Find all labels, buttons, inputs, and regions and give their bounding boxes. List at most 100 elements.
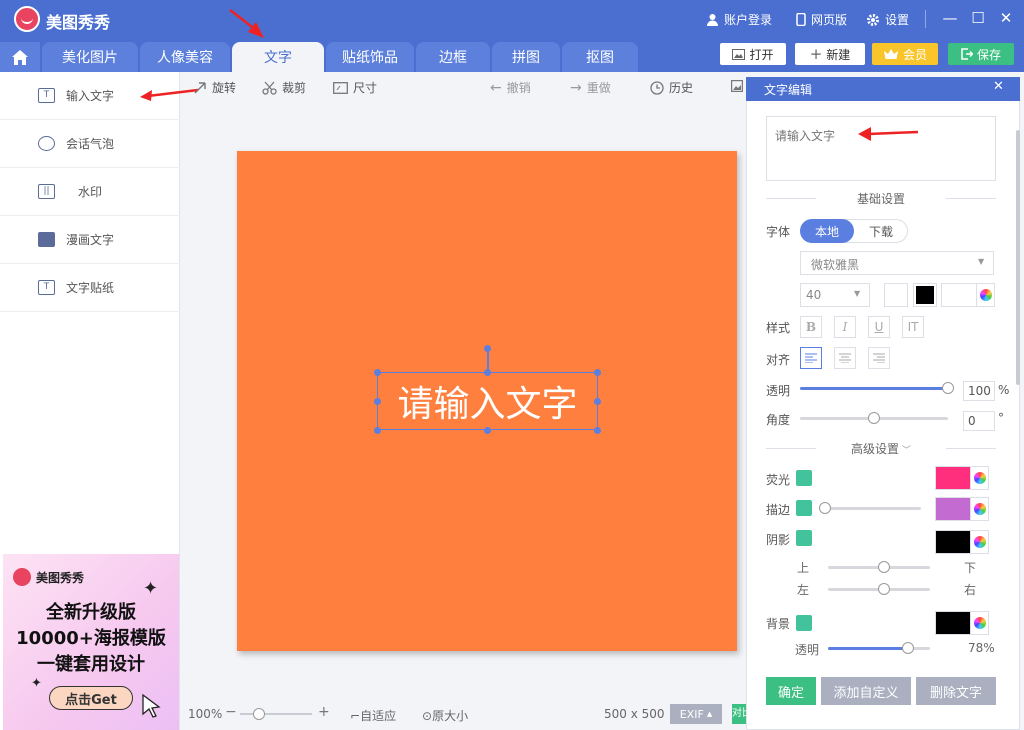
resize-handle-r[interactable] <box>594 398 601 405</box>
promo-banner[interactable]: 美图秀秀 ✦ ✦ 全新升级版 10000+海报模版 一键套用设计 点击Get <box>3 554 179 730</box>
compare-button[interactable]: 对比 <box>732 704 746 724</box>
opacity-slider-knob[interactable] <box>942 382 954 394</box>
history-label: 历史 <box>669 81 694 95</box>
color-wheel-icon[interactable] <box>977 283 995 307</box>
panel-close-icon[interactable]: ✕ <box>993 79 1004 94</box>
resize-handle-l[interactable] <box>374 398 381 405</box>
shadow-color-wheel-icon[interactable] <box>971 530 989 554</box>
fit-button[interactable]: ⌐自适应 <box>350 707 396 724</box>
add-custom-button[interactable]: 添加自定义 <box>821 677 911 705</box>
settings-button[interactable]: 设置 <box>866 11 909 28</box>
exif-button[interactable]: EXIF ▲ <box>670 704 722 724</box>
align-center-button[interactable] <box>834 347 856 369</box>
angle-slider-knob[interactable] <box>868 412 880 424</box>
menu-speech-bubble[interactable]: 会话气泡 <box>0 120 180 168</box>
underline-button[interactable]: U <box>868 316 890 338</box>
history-button[interactable]: 历史 <box>650 79 693 96</box>
background-color-swatch[interactable] <box>935 611 971 635</box>
shadow-vertical-slider[interactable] <box>828 561 930 573</box>
tab-cutout[interactable]: 抠图 <box>562 42 638 72</box>
background-checkbox[interactable] <box>796 615 812 631</box>
redo-button[interactable]: → 重做 <box>570 79 611 96</box>
angle-input[interactable]: 0 <box>963 411 995 431</box>
tab-beautify[interactable]: 美化图片 <box>42 42 138 72</box>
custom-color-swatch[interactable] <box>941 283 977 307</box>
resize-handle-br[interactable] <box>594 427 601 434</box>
font-tab-local[interactable]: 本地 <box>800 219 854 243</box>
bg-opacity-slider[interactable] <box>828 642 930 654</box>
font-family-select[interactable]: 微软雅黑 <box>800 251 994 275</box>
tab-portrait[interactable]: 人像美容 <box>140 42 230 72</box>
resize-handle-t[interactable] <box>484 369 491 376</box>
zoom-out-icon[interactable]: − <box>225 704 237 720</box>
text-selection-box[interactable] <box>377 372 598 430</box>
tab-text[interactable]: 文字 <box>232 42 324 72</box>
opacity-slider[interactable] <box>800 382 954 394</box>
bold-button[interactable]: B <box>800 316 822 338</box>
shadow-horizontal-knob[interactable] <box>878 583 891 595</box>
zoom-slider-knob[interactable] <box>253 708 265 720</box>
web-version-label: 网页版 <box>811 13 848 27</box>
resize-handle-b[interactable] <box>484 427 491 434</box>
shadow-horizontal-slider[interactable] <box>828 583 930 595</box>
account-login-button[interactable]: 账户登录 <box>706 11 772 28</box>
zoom-in-icon[interactable]: + <box>318 704 330 720</box>
shadow-vertical-knob[interactable] <box>878 561 891 573</box>
rotate-handle[interactable] <box>484 345 491 352</box>
align-left-button[interactable] <box>800 347 822 369</box>
shadow-down-label: 下 <box>964 561 977 575</box>
scissors-icon <box>262 81 277 95</box>
resize-handle-bl[interactable] <box>374 427 381 434</box>
text-color-white-swatch[interactable] <box>884 283 908 307</box>
align-right-button[interactable] <box>868 347 890 369</box>
resize-handle-tl[interactable] <box>374 369 381 376</box>
stroke-color-swatch[interactable] <box>935 497 971 521</box>
glow-color-wheel-icon[interactable] <box>971 466 989 490</box>
delete-text-button[interactable]: 删除文字 <box>916 677 996 705</box>
open-button[interactable]: 打开 <box>720 43 786 65</box>
tab-collage[interactable]: 拼图 <box>492 42 560 72</box>
member-button[interactable]: 会员 <box>872 43 938 65</box>
panel-scrollbar[interactable] <box>1016 130 1020 385</box>
fit-icon: ⌐ <box>350 709 361 723</box>
picture-icon[interactable] <box>731 80 743 92</box>
glow-color-swatch[interactable] <box>935 466 971 490</box>
stroke-width-slider[interactable] <box>819 502 921 514</box>
menu-watermark[interactable]: || 水印 <box>0 168 180 216</box>
bg-opacity-knob[interactable] <box>901 642 914 654</box>
undo-button[interactable]: ← 撤销 <box>490 79 531 96</box>
crop-button[interactable]: 裁剪 <box>262 79 306 96</box>
italic-button[interactable]: I <box>834 316 856 338</box>
confirm-button[interactable]: 确定 <box>766 677 816 705</box>
stroke-color-wheel-icon[interactable] <box>971 497 989 521</box>
background-color-wheel-icon[interactable] <box>971 611 989 635</box>
font-tab-download[interactable]: 下载 <box>854 219 908 243</box>
stroke-checkbox[interactable] <box>796 500 812 516</box>
web-version-button[interactable]: 网页版 <box>796 11 847 28</box>
save-button[interactable]: 保存 <box>948 43 1014 65</box>
maximize-icon[interactable]: ☐ <box>968 9 988 27</box>
new-button[interactable]: + 新建 <box>795 43 865 65</box>
advanced-settings-heading[interactable]: 高级设置 ﹀ <box>766 440 996 456</box>
stroke-slider-knob[interactable] <box>819 502 832 514</box>
close-window-icon[interactable]: ✕ <box>996 9 1016 27</box>
angle-slider[interactable] <box>800 412 948 424</box>
menu-comic-text[interactable]: 漫画文字 <box>0 216 180 264</box>
glow-checkbox[interactable] <box>796 470 812 486</box>
home-button[interactable] <box>0 42 40 72</box>
text-color-swatch[interactable] <box>913 283 937 307</box>
shadow-checkbox[interactable] <box>796 530 812 546</box>
original-size-button[interactable]: ⊙原大小 <box>422 707 468 724</box>
rotate-button[interactable]: 旋转 <box>193 79 236 96</box>
resize-handle-tr[interactable] <box>594 369 601 376</box>
size-button[interactable]: 尺寸 <box>333 79 377 96</box>
opacity-input[interactable]: 100 <box>963 381 995 401</box>
tab-border[interactable]: 边框 <box>416 42 490 72</box>
minimize-icon[interactable]: — <box>940 9 960 27</box>
vertical-text-button[interactable]: IT <box>902 316 924 338</box>
shadow-color-swatch[interactable] <box>935 530 971 554</box>
menu-text-sticker[interactable]: T 文字贴纸 <box>0 264 180 312</box>
zoom-slider[interactable] <box>240 708 312 720</box>
tab-stickers[interactable]: 贴纸饰品 <box>326 42 414 72</box>
promo-get-button[interactable]: 点击Get <box>49 686 133 710</box>
